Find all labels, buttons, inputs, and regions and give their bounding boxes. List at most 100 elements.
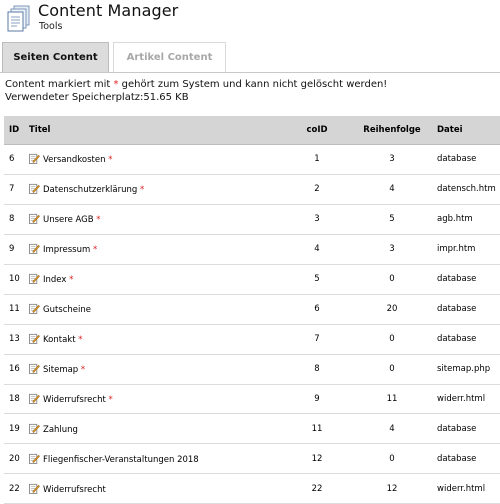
column-header-file[interactable]: Datei [437, 116, 500, 145]
edit-page-icon[interactable] [29, 483, 43, 495]
edit-page-icon[interactable] [29, 423, 43, 435]
cell-title[interactable]: Zahlung [29, 413, 287, 445]
tab-seiten-content[interactable]: Seiten Content [2, 42, 109, 72]
cell-title[interactable]: Sitemap * [29, 354, 287, 385]
cell-title[interactable]: Versandkosten * [29, 144, 287, 175]
page-title-link[interactable]: Kontakt [43, 335, 76, 345]
system-notice-text-before: Content markiert mit [5, 79, 114, 90]
page-title-link[interactable]: Sitemap [43, 365, 78, 375]
cell-file: impr.htm [437, 234, 500, 265]
cell-order: 0 [347, 443, 437, 475]
page-title-link[interactable]: Widerrufsrecht [43, 395, 106, 405]
cell-coid: 6 [287, 294, 347, 325]
app-title: Content Manager [38, 1, 179, 20]
cell-order: 11 [347, 384, 437, 415]
content-table: ID Titel coID Reihenfolge Datei 6 Versand… [4, 116, 500, 504]
cell-title[interactable]: Index * [29, 264, 287, 295]
edit-page-icon[interactable] [29, 244, 43, 255]
edit-page-icon[interactable] [29, 334, 43, 345]
cell-file: sitemap.php [437, 354, 500, 385]
cell-order: 12 [347, 473, 437, 504]
column-header-title[interactable]: Titel [29, 116, 287, 145]
edit-page-icon[interactable] [29, 274, 43, 285]
cell-coid: 1 [287, 144, 347, 175]
cell-title[interactable]: Widerrufsrecht [29, 473, 287, 504]
cell-title[interactable]: Impressum * [29, 234, 287, 265]
system-marker: * [92, 245, 98, 256]
system-notice: Content markiert mit * gehört zum System… [5, 79, 387, 90]
page-title-link[interactable]: Index [43, 275, 66, 285]
system-notice-text-after: gehört zum System und kann nicht gelösch… [118, 79, 388, 90]
cell-title[interactable]: Kontakt * [29, 324, 287, 355]
cell-file: database [437, 413, 500, 445]
cell-file: database [437, 264, 500, 295]
page-title-link[interactable]: Fliegenfischer-Veranstaltungen 2018 [43, 455, 199, 465]
cell-title[interactable]: Unsere AGB * [29, 204, 287, 235]
storage-usage: Verwendeter Speicherplatz:51.65 KB [5, 92, 189, 103]
cell-coid: 22 [287, 473, 347, 504]
cell-order: 5 [347, 204, 437, 235]
page-title-link[interactable]: Gutscheine [43, 305, 91, 315]
page-title-link[interactable]: Datenschutzerklärung [43, 185, 137, 195]
table-row[interactable]: 13 Kontakt * 7 0 database [4, 324, 500, 355]
page-title-link[interactable]: Impressum [43, 245, 90, 255]
content-tabs: Seiten Content Artikel Content [0, 42, 500, 73]
cell-id: 6 [4, 144, 29, 175]
cell-id: 19 [4, 413, 29, 445]
cell-id: 20 [4, 443, 29, 475]
edit-page-icon[interactable] [29, 393, 43, 405]
edit-page-icon[interactable] [29, 154, 43, 165]
system-marker: * [108, 394, 113, 405]
edit-page-icon[interactable] [29, 453, 43, 465]
table-row[interactable]: 11 Gutscheine 6 20 database [4, 294, 500, 325]
cell-order: 20 [347, 294, 437, 325]
tab-artikel-content[interactable]: Artikel Content [113, 42, 226, 72]
table-row[interactable]: 18 Widerrufsrecht * 9 11 widerr.html [4, 384, 500, 415]
edit-page-icon[interactable] [29, 363, 43, 375]
cell-coid: 9 [287, 384, 347, 415]
cell-order: 3 [347, 234, 437, 265]
cell-title[interactable]: Gutscheine [29, 294, 287, 325]
table-row[interactable]: 6 Versandkosten * 1 3 database [4, 144, 500, 175]
table-row[interactable]: 8 Unsere AGB * 3 5 agb.htm [4, 204, 500, 235]
cell-id: 8 [4, 204, 29, 235]
table-row[interactable]: 10 Index * 5 0 database [4, 264, 500, 295]
table-row[interactable]: 20 Fliegenfischer-Veranstaltungen 2018 12 0… [4, 443, 500, 475]
cell-title[interactable]: Fliegenfischer-Veranstaltungen 2018 [29, 443, 287, 475]
cell-file: agb.htm [437, 204, 500, 235]
cell-coid: 4 [287, 234, 347, 265]
edit-page-icon[interactable] [29, 214, 43, 225]
cell-file: database [437, 144, 500, 175]
column-header-coid[interactable]: coID [287, 116, 347, 145]
cell-coid: 12 [287, 443, 347, 475]
table-row[interactable]: 7 Datenschutzerklärung * 2 4 datensch.htm [4, 174, 500, 205]
cell-order: 3 [347, 144, 437, 175]
cell-coid: 3 [287, 204, 347, 235]
page-title-link[interactable]: Zahlung [43, 425, 78, 435]
cell-title[interactable]: Widerrufsrecht * [29, 384, 287, 415]
system-marker: * [139, 185, 145, 196]
column-header-id[interactable]: ID [4, 116, 29, 145]
table-row[interactable]: 22 Widerrufsrecht 22 12 widerr.html [4, 473, 500, 504]
cell-order: 0 [347, 264, 437, 295]
cell-id: 9 [4, 234, 29, 265]
cell-order: 4 [347, 413, 437, 445]
table-row[interactable]: 16 Sitemap * 8 0 sitemap.php [4, 354, 500, 385]
edit-page-icon[interactable] [29, 184, 43, 195]
cell-title[interactable]: Datenschutzerklärung * [29, 174, 287, 205]
cell-id: 7 [4, 174, 29, 205]
cell-file: widerr.html [437, 473, 500, 504]
table-row[interactable]: 19 Zahlung 11 4 database [4, 413, 500, 445]
cell-id: 11 [4, 294, 29, 325]
cell-coid: 11 [287, 413, 347, 445]
table-row[interactable]: 9 Impressum * 4 3 impr.htm [4, 234, 500, 265]
cell-file: database [437, 324, 500, 355]
column-header-order[interactable]: Reihenfolge [347, 116, 437, 145]
system-marker: * [96, 215, 101, 226]
cell-id: 22 [4, 473, 29, 504]
edit-page-icon[interactable] [29, 304, 43, 315]
page-title-link[interactable]: Versandkosten [43, 155, 106, 165]
page-title-link[interactable]: Widerrufsrecht [43, 485, 106, 495]
system-marker: * [78, 335, 83, 346]
page-title-link[interactable]: Unsere AGB [43, 215, 94, 225]
